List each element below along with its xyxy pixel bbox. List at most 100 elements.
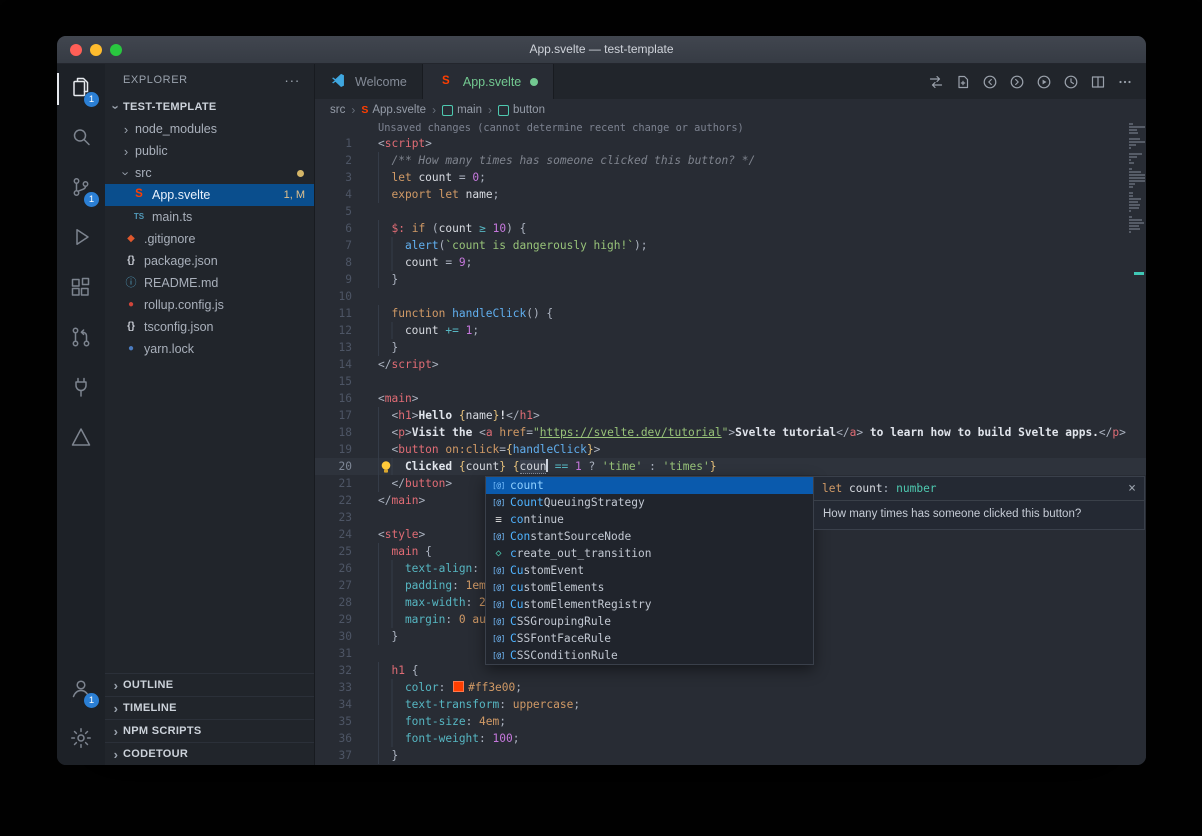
- tree-item-package-json[interactable]: {}package.json: [105, 250, 314, 272]
- tree-item-app-svelte[interactable]: SApp.svelte1, M: [105, 184, 314, 206]
- tree-item-rollup-config-js[interactable]: ●rollup.config.js: [105, 294, 314, 316]
- section-codetour[interactable]: ›CODETOUR: [105, 742, 314, 765]
- minimap[interactable]: [1129, 123, 1146, 234]
- code-line[interactable]: 18<p>Visit the <a href="https://svelte.d…: [315, 424, 1146, 441]
- code-line[interactable]: 9}: [315, 271, 1146, 288]
- code-line[interactable]: 15: [315, 373, 1146, 390]
- code-line[interactable]: 11function handleClick() {: [315, 305, 1146, 322]
- activity-item-settings[interactable]: [57, 715, 105, 765]
- line-number[interactable]: 15: [315, 373, 352, 390]
- go-forward-icon[interactable]: [1003, 64, 1030, 99]
- activity-item-remote[interactable]: [57, 364, 105, 414]
- tab-app-svelte[interactable]: SApp.svelte: [423, 64, 554, 99]
- line-number[interactable]: 13: [315, 339, 352, 356]
- code-line[interactable]: 10: [315, 288, 1146, 305]
- line-number[interactable]: 9: [315, 271, 352, 288]
- line-number[interactable]: 12: [315, 322, 352, 339]
- line-number[interactable]: 18: [315, 424, 352, 441]
- activity-item-extensions[interactable]: [57, 264, 105, 314]
- tab-welcome[interactable]: Welcome: [315, 64, 423, 99]
- suggest-item-create-out-transition[interactable]: ◇create_out_transition: [486, 545, 813, 562]
- code-line[interactable]: 33color: #ff3e00;: [315, 679, 1146, 696]
- code-line[interactable]: 7alert(`count is dangerously high!`);: [315, 237, 1146, 254]
- editor-code-area[interactable]: Unsaved changes (cannot determine recent…: [315, 121, 1146, 765]
- suggest-item-cssconditionrule[interactable]: [@]CSSConditionRule: [486, 647, 813, 664]
- line-number[interactable]: 28: [315, 594, 352, 611]
- line-number[interactable]: 36: [315, 730, 352, 747]
- activity-item-azure[interactable]: [57, 414, 105, 464]
- code-line[interactable]: 16<main>: [315, 390, 1146, 407]
- line-number[interactable]: 33: [315, 679, 352, 696]
- code-line[interactable]: 3let count = 0;: [315, 169, 1146, 186]
- activity-item-accounts[interactable]: 1: [57, 665, 105, 715]
- minimize-button[interactable]: [90, 44, 102, 56]
- titlebar[interactable]: App.svelte — test-template: [57, 36, 1146, 64]
- breadcrumb-item-button[interactable]: button: [498, 104, 545, 116]
- project-root-row[interactable]: › TEST-TEMPLATE: [105, 96, 314, 118]
- line-number[interactable]: 19: [315, 441, 352, 458]
- suggest-item-countqueuingstrategy[interactable]: [@]CountQueuingStrategy: [486, 494, 813, 511]
- code-line[interactable]: 37}: [315, 747, 1146, 764]
- suggest-item-customelementregistry[interactable]: [@]CustomElementRegistry: [486, 596, 813, 613]
- zoom-button[interactable]: [110, 44, 122, 56]
- suggest-item-customevent[interactable]: [@]CustomEvent: [486, 562, 813, 579]
- section-npm-scripts[interactable]: ›NPM SCRIPTS: [105, 719, 314, 742]
- line-number[interactable]: 1: [315, 135, 352, 152]
- tree-item-node-modules[interactable]: ›node_modules: [105, 118, 314, 140]
- line-number[interactable]: 27: [315, 577, 352, 594]
- code-line[interactable]: 35font-size: 4em;: [315, 713, 1146, 730]
- tree-item-readme-md[interactable]: ⓘREADME.md: [105, 272, 314, 294]
- line-number[interactable]: 21: [315, 475, 352, 492]
- activity-item-search[interactable]: [57, 114, 105, 164]
- tree-item-src[interactable]: ›src: [105, 162, 314, 184]
- line-number[interactable]: 31: [315, 645, 352, 662]
- tree-item-yarn-lock[interactable]: ●yarn.lock: [105, 338, 314, 360]
- code-line[interactable]: 13}: [315, 339, 1146, 356]
- tree-item-main-ts[interactable]: TSmain.ts: [105, 206, 314, 228]
- code-line[interactable]: 5: [315, 203, 1146, 220]
- more-actions-icon[interactable]: ···: [284, 72, 300, 88]
- suggest-item-cssfontfacerule[interactable]: [@]CSSFontFaceRule: [486, 630, 813, 647]
- go-back-icon[interactable]: [976, 64, 1003, 99]
- section-timeline[interactable]: ›TIMELINE: [105, 696, 314, 719]
- line-number[interactable]: 20: [315, 458, 352, 475]
- suggest-item-cssgroupingrule[interactable]: [@]CSSGroupingRule: [486, 613, 813, 630]
- line-number[interactable]: 24: [315, 526, 352, 543]
- suggest-item-count[interactable]: [@]count: [486, 477, 813, 494]
- more-actions-icon[interactable]: [1111, 64, 1138, 99]
- code-line[interactable]: 17<h1>Hello {name}!</h1>: [315, 407, 1146, 424]
- line-number[interactable]: 10: [315, 288, 352, 305]
- breadcrumb-item-src[interactable]: src: [330, 104, 345, 116]
- code-line[interactable]: 1<script>: [315, 135, 1146, 152]
- line-number[interactable]: 37: [315, 747, 352, 764]
- breadcrumb-item-app-svelte[interactable]: SApp.svelte: [361, 104, 426, 116]
- line-number[interactable]: 26: [315, 560, 352, 577]
- close-icon[interactable]: ×: [1128, 482, 1136, 495]
- activity-item-source-control[interactable]: 1: [57, 164, 105, 214]
- suggest-item-constantsourcenode[interactable]: [@]ConstantSourceNode: [486, 528, 813, 545]
- tree-item-public[interactable]: ›public: [105, 140, 314, 162]
- activity-item-explorer[interactable]: 1: [57, 64, 105, 114]
- line-number[interactable]: 11: [315, 305, 352, 322]
- suggest-item-customelements[interactable]: [@]customElements: [486, 579, 813, 596]
- line-number[interactable]: 8: [315, 254, 352, 271]
- code-line[interactable]: 12count += 1;: [315, 322, 1146, 339]
- line-number[interactable]: 14: [315, 356, 352, 373]
- code-line[interactable]: 36font-weight: 100;: [315, 730, 1146, 747]
- activity-item-run-debug[interactable]: [57, 214, 105, 264]
- line-number[interactable]: 25: [315, 543, 352, 560]
- line-number[interactable]: 6: [315, 220, 352, 237]
- line-number[interactable]: 23: [315, 509, 352, 526]
- code-line[interactable]: 19<button on:click={handleClick}>: [315, 441, 1146, 458]
- tree-item-gitignore[interactable]: ◆.gitignore: [105, 228, 314, 250]
- code-line[interactable]: 20Clicked {count} {coun == 1 ? 'time' : …: [315, 458, 1146, 475]
- run-file-icon[interactable]: [1030, 64, 1057, 99]
- line-number[interactable]: 16: [315, 390, 352, 407]
- line-number[interactable]: 32: [315, 662, 352, 679]
- open-changes-icon[interactable]: [949, 64, 976, 99]
- code-line[interactable]: 4export let name;: [315, 186, 1146, 203]
- line-number[interactable]: 2: [315, 152, 352, 169]
- line-number[interactable]: 17: [315, 407, 352, 424]
- activity-item-github-pr[interactable]: [57, 314, 105, 364]
- line-number[interactable]: 30: [315, 628, 352, 645]
